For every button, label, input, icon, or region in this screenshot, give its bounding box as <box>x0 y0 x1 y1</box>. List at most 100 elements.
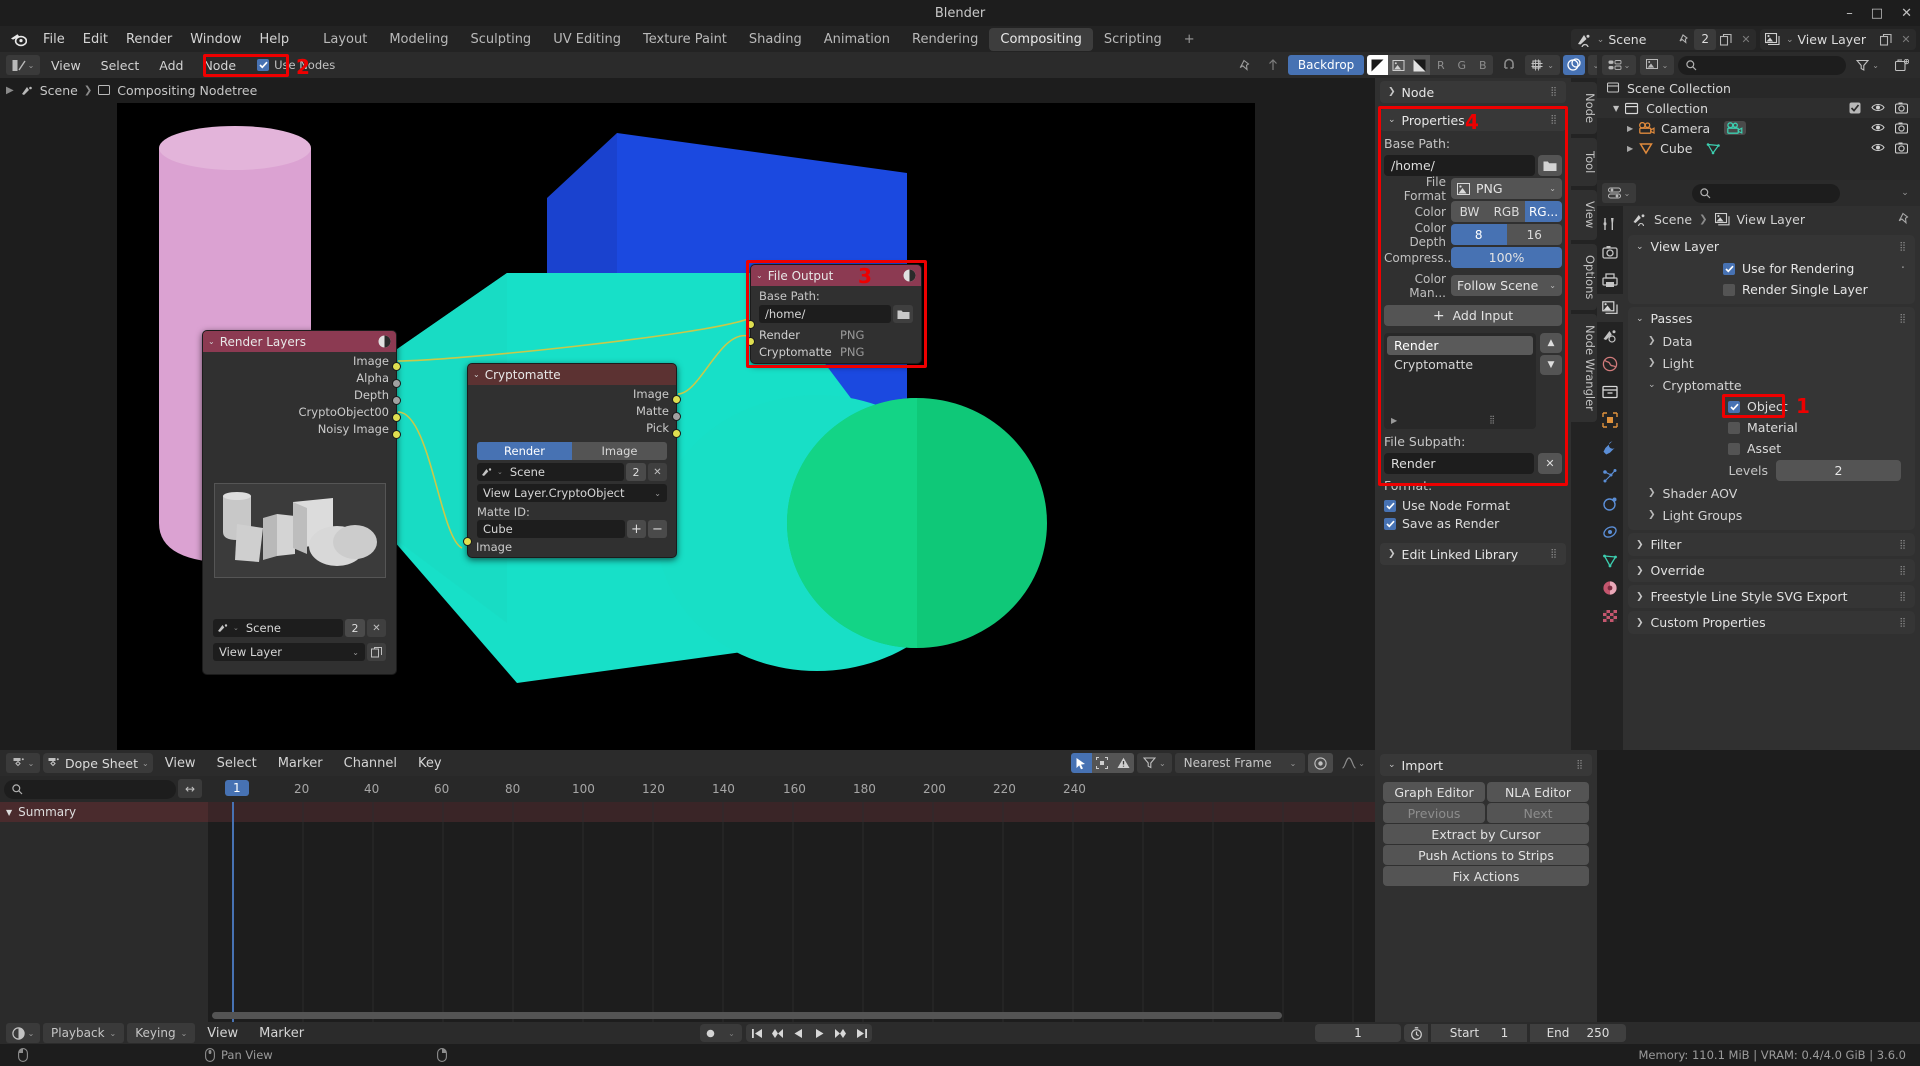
crypto-material-row[interactable]: Material <box>1628 417 1915 438</box>
sidebar-use-node-format-row[interactable]: Use Node Format <box>1384 498 1562 513</box>
proportional-edit-icon[interactable] <box>1308 753 1334 773</box>
channel-r-button[interactable]: R <box>1430 55 1452 75</box>
render-layers-scene-users[interactable]: 2 <box>345 619 365 637</box>
cryptomatte-node-header[interactable]: ⌄ Cryptomatte <box>468 364 676 385</box>
outliner-row-cube[interactable]: ▶ Cube <box>1597 138 1920 158</box>
render-single-layer-row[interactable]: Render Single Layer <box>1628 279 1915 300</box>
tab-scene-icon[interactable] <box>1597 322 1623 350</box>
outliner-search-input[interactable] <box>1678 55 1847 75</box>
proportional-falloff-icon[interactable]: ⌄ <box>1336 753 1371 773</box>
close-button[interactable]: ✕ <box>1901 6 1912 21</box>
breadcrumb-expand-icon[interactable]: ▶ <box>6 85 14 96</box>
menu-edit[interactable]: Edit <box>74 30 117 49</box>
crypto-matte-id[interactable]: Cube <box>477 520 625 538</box>
play-icon[interactable] <box>809 1024 830 1042</box>
move-input-up-icon[interactable]: ▲ <box>1540 333 1562 353</box>
crypto-socket-image[interactable] <box>672 395 681 404</box>
freestyle-svg-panel[interactable]: ❯ Freestyle Line Style SVG Export ⣿ <box>1628 585 1915 608</box>
add-workspace-button[interactable]: + <box>1173 28 1206 51</box>
node-cryptomatte[interactable]: ⌄ Cryptomatte Image Matte Pick Render Im… <box>463 363 681 558</box>
camera-render-icon[interactable] <box>1895 122 1908 134</box>
duplicate-view-layer-icon[interactable] <box>1876 29 1896 50</box>
tab-render-icon[interactable] <box>1597 238 1623 266</box>
outliner-editor-type[interactable]: ⌄ <box>1602 55 1636 75</box>
use-for-rendering-row[interactable]: Use for Rendering · <box>1628 258 1915 279</box>
socket-image[interactable] <box>392 362 401 371</box>
crypto-asset-row[interactable]: Asset <box>1628 438 1915 459</box>
jump-to-start-icon[interactable] <box>746 1024 767 1042</box>
properties-editor-type[interactable]: ⌄ <box>1602 183 1636 203</box>
import-panel-header[interactable]: ⌄ Import ⣿ <box>1380 754 1592 776</box>
current-frame-field[interactable]: 1 <box>1315 1024 1401 1042</box>
sidebar-tab-view[interactable]: View <box>1571 190 1597 240</box>
keying-dropdown[interactable]: Keying ⌄ <box>127 1023 196 1043</box>
timeline-ruler[interactable]: 1 20 40 60 80 100 120 140 160 180 200 22… <box>208 776 1375 802</box>
timeline-editor-type[interactable]: ⌄ <box>6 1023 40 1043</box>
sidebar-input-cryptomatte[interactable]: Cryptomatte <box>1387 355 1533 374</box>
sidebar-color-rgb[interactable]: RGB <box>1488 201 1525 222</box>
show-errors-icon[interactable] <box>1112 753 1134 773</box>
collection-eye-icon[interactable] <box>1871 102 1885 114</box>
tab-rendering[interactable]: Rendering <box>901 28 989 51</box>
sidebar-depth-8[interactable]: 8 <box>1451 224 1507 245</box>
custom-properties-panel[interactable]: ❯ Custom Properties ⣿ <box>1628 611 1915 634</box>
tab-view-layer-icon[interactable] <box>1597 294 1623 322</box>
node-render-layers[interactable]: ⌄ Render Layers Image Alpha Depth Crypto… <box>202 330 401 675</box>
extract-by-cursor-button[interactable]: Extract by Cursor <box>1383 824 1589 844</box>
scene-users-count[interactable]: 2 <box>1694 29 1716 50</box>
sidebar-inputs-list[interactable]: Render Cryptomatte ▶ ⣿ <box>1384 333 1536 429</box>
tab-physics-icon[interactable] <box>1597 490 1623 518</box>
tab-animation[interactable]: Animation <box>813 28 901 51</box>
tab-texture-icon[interactable] <box>1597 602 1623 630</box>
filter-panel[interactable]: ❯ Filter ⣿ <box>1628 533 1915 556</box>
new-view-layer-icon[interactable] <box>367 643 386 661</box>
push-actions-to-strips-button[interactable]: Push Actions to Strips <box>1383 845 1589 865</box>
sidebar-color-bw[interactable]: BW <box>1451 201 1488 222</box>
properties-search-input[interactable] <box>1691 183 1840 203</box>
cube-expand-icon[interactable]: ▶ <box>1627 144 1633 153</box>
dopesheet-mode-selector[interactable]: Dope Sheet ⌄ <box>43 753 153 773</box>
crypto-scene-users[interactable]: 2 <box>626 463 646 481</box>
channel-gradient-icon[interactable] <box>1409 55 1431 75</box>
mesh-data-icon[interactable] <box>1706 142 1721 155</box>
dopesheet-menu-key[interactable]: Key <box>409 754 451 773</box>
tab-collection-icon[interactable] <box>1597 378 1623 406</box>
playbar-menu-view[interactable]: View <box>198 1024 247 1043</box>
tab-material-icon[interactable] <box>1597 574 1623 602</box>
menu-render[interactable]: Render <box>117 30 181 49</box>
passes-panel-header[interactable]: ⌄ Passes ⣿ <box>1628 307 1915 330</box>
only-selected-icon[interactable] <box>1091 753 1113 773</box>
sidebar-file-subpath-field[interactable]: Render <box>1384 453 1534 474</box>
render-layers-layer[interactable]: View Layer <box>219 645 282 659</box>
outliner-row-camera[interactable]: ▶ Camera <box>1597 118 1920 138</box>
shader-aov-subpanel[interactable]: ❯ Shader AOV <box>1628 482 1915 504</box>
passes-cryptomatte-subpanel[interactable]: ⌄ Cryptomatte <box>1628 374 1915 396</box>
snap-magnet-icon[interactable] <box>1496 55 1522 75</box>
playback-dropdown[interactable]: Playback ⌄ <box>43 1023 125 1043</box>
next-button[interactable]: Next <box>1487 803 1589 823</box>
override-panel[interactable]: ❯ Override ⣿ <box>1628 559 1915 582</box>
go-to-parent-icon[interactable] <box>1261 55 1285 75</box>
node-file-output[interactable]: ⌄ File Output Base Path: /home/ Render P… <box>746 264 922 364</box>
sidebar-input-render[interactable]: Render <box>1387 336 1533 355</box>
jump-to-next-keyframe-icon[interactable] <box>830 1024 851 1042</box>
crypto-socket-pick[interactable] <box>672 429 681 438</box>
view-layer-panel-header[interactable]: ⌄ View Layer ⣿ <box>1628 235 1915 258</box>
sidebar-color-rgba[interactable]: RG... <box>1525 201 1562 222</box>
sidebar-depth-16[interactable]: 16 <box>1506 224 1562 245</box>
sidebar-file-format-value[interactable]: PNG ⌄ <box>1451 178 1562 199</box>
channel-summary-row[interactable]: ▼ Summary <box>0 802 208 822</box>
dopesheet-menu-view[interactable]: View <box>156 754 205 773</box>
end-frame-field[interactable]: End 250 <box>1530 1024 1626 1042</box>
maximize-button[interactable]: □ <box>1871 6 1883 21</box>
node-menu-add[interactable]: Add <box>150 56 192 75</box>
channel-g-button[interactable]: G <box>1451 55 1473 75</box>
socket-alpha[interactable] <box>392 379 401 388</box>
channel-b-button[interactable]: B <box>1472 55 1494 75</box>
backdrop-toggle[interactable]: Backdrop <box>1287 55 1365 75</box>
crypto-layer[interactable]: View Layer.CryptoObject <box>483 486 624 500</box>
render-layers-node-header[interactable]: ⌄ Render Layers <box>203 331 396 352</box>
dopesheet-editor-type[interactable]: ⌄ <box>6 753 40 773</box>
file-output-socket-render[interactable] <box>746 320 755 329</box>
view-layer-selector[interactable]: ⌄ View Layer ✕ <box>1759 29 1916 50</box>
